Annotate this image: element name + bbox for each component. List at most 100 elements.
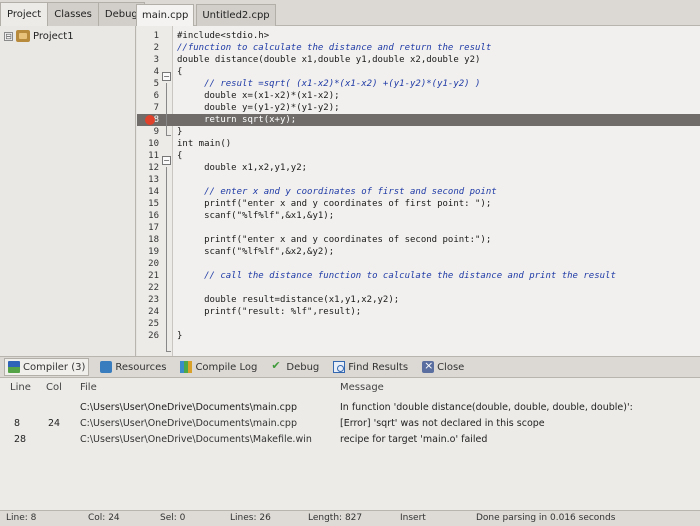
line-number: 20 — [148, 259, 159, 269]
code-line[interactable]: 1 #include<stdio.h> — [137, 30, 700, 42]
code-line[interactable]: 26} — [137, 330, 700, 342]
find-icon — [333, 361, 346, 373]
close-icon — [422, 359, 435, 373]
project-icon — [16, 30, 30, 42]
code-line[interactable]: 20 — [137, 258, 700, 270]
code-line[interactable]: 25 — [137, 318, 700, 330]
fold-end — [166, 351, 171, 352]
row-col: 24 — [48, 418, 61, 429]
code-line[interactable]: 5 // result =sqrt( (x1-x2)*(x1-x2) +(y1-… — [137, 78, 700, 90]
code-line[interactable]: 21 // call the distance function to calc… — [137, 270, 700, 282]
tab-compiler[interactable]: Compiler (3) — [4, 358, 90, 376]
line-number: 6 — [153, 91, 159, 101]
line-number: 13 — [148, 175, 159, 185]
line-number: 12 — [148, 163, 159, 173]
line-number: 15 — [148, 199, 159, 209]
code-text: scanf("%lf%lf",&x2,&y2); — [177, 247, 335, 257]
status-message: Done parsing in 0.016 seconds — [476, 513, 616, 523]
tab-debug-panel[interactable]: Debug — [268, 358, 322, 376]
code-line[interactable]: 7 double y=(y1-y2)*(y1-y2); — [137, 102, 700, 114]
line-number: 21 — [148, 271, 159, 281]
compiler-icon — [8, 361, 20, 373]
code-line[interactable]: 22 — [137, 282, 700, 294]
code-line[interactable]: 11 { — [137, 150, 700, 162]
line-number: 10 — [148, 139, 159, 149]
code-line[interactable]: 10 int main() — [137, 138, 700, 150]
code-text: // enter x and y coordinates of first an… — [177, 187, 497, 197]
project-tree-item[interactable]: ⊟ Project1 — [4, 30, 74, 42]
code-line[interactable]: 13 — [137, 174, 700, 186]
close-panel-button[interactable]: Close — [419, 358, 467, 376]
line-number: 16 — [148, 211, 159, 221]
compile-log-icon — [180, 361, 193, 373]
code-text: { — [177, 67, 183, 77]
code-text: // call the distance function to calcula… — [177, 271, 616, 281]
code-line[interactable]: 3 double distance(double x1,double y1,dou… — [137, 54, 700, 66]
tab-main-cpp[interactable]: main.cpp — [136, 4, 195, 26]
code-text: int main() — [177, 139, 232, 149]
tab-find-results-label: Find Results — [348, 361, 409, 373]
tab-debug-label: Debug — [286, 361, 320, 373]
project-name: Project1 — [33, 30, 74, 42]
tab-classes[interactable]: Classes — [47, 2, 99, 26]
code-editor[interactable]: 1 #include<stdio.h> 2 //function to calcula… — [137, 26, 700, 356]
code-text: { — [177, 151, 183, 161]
resources-icon — [100, 361, 113, 373]
header-file[interactable]: File — [80, 382, 97, 393]
top-tab-bar: Project Classes Debug main.cpp Untitled2… — [0, 0, 700, 26]
fold-end — [166, 135, 171, 136]
code-text: double distance(double x1,double y1,doub… — [177, 55, 481, 65]
line-number: 3 — [153, 55, 159, 65]
error-marker-icon[interactable] — [145, 115, 155, 125]
status-col: Col: 24 — [88, 513, 120, 523]
code-line[interactable]: 23 double result=distance(x1,y1,x2,y2); — [137, 294, 700, 306]
code-text: return sqrt(x+y); — [177, 115, 297, 125]
code-line[interactable]: 18 printf("enter x and y coordinates of … — [137, 234, 700, 246]
code-line[interactable]: 8 return sqrt(x+y); — [137, 114, 700, 126]
code-line[interactable]: 9} — [137, 126, 700, 138]
tab-project[interactable]: Project — [0, 2, 49, 26]
header-col[interactable]: Col — [46, 382, 62, 393]
code-line[interactable]: 6 double x=(x1-x2)*(x1-x2); — [137, 90, 700, 102]
tab-compile-log[interactable]: Compile Log — [177, 358, 260, 376]
status-insert-mode: Insert — [400, 513, 426, 523]
tab-resources[interactable]: Resources — [97, 358, 169, 376]
line-number: 2 — [153, 43, 159, 53]
fold-guide — [166, 83, 167, 135]
code-line[interactable]: 12 double x1,x2,y1,y2; — [137, 162, 700, 174]
code-text: double x=(x1-x2)*(x1-x2); — [177, 91, 340, 101]
row-file: C:\Users\User\OneDrive\Documents\main.cp… — [80, 402, 297, 413]
tab-untitled2-cpp[interactable]: Untitled2.cpp — [196, 4, 276, 26]
fold-toggle-icon[interactable]: − — [162, 72, 171, 81]
code-text: // result =sqrt( (x1-x2)*(x1-x2) +(y1-y2… — [177, 79, 481, 89]
collapse-icon[interactable]: ⊟ — [4, 31, 13, 41]
code-text: double y=(y1-y2)*(y1-y2); — [177, 103, 340, 113]
code-text: printf("enter x and y coordinates of sec… — [177, 235, 492, 245]
line-number: 5 — [153, 79, 159, 89]
header-message[interactable]: Message — [340, 382, 384, 393]
row-message: recipe for target 'main.o' failed — [340, 434, 488, 445]
code-text: } — [177, 127, 183, 137]
code-line[interactable]: 4{ — [137, 66, 700, 78]
line-number: 1 — [153, 31, 159, 41]
code-line[interactable]: 14 // enter x and y coordinates of first… — [137, 186, 700, 198]
code-line[interactable]: 24 printf("result: %lf",result); — [137, 306, 700, 318]
line-number: 23 — [148, 295, 159, 305]
code-line[interactable]: 19 scanf("%lf%lf",&x2,&y2); — [137, 246, 700, 258]
fold-guide — [166, 167, 167, 351]
editor-file-tabs: main.cpp Untitled2.cpp — [136, 0, 278, 26]
tab-find-results[interactable]: Find Results — [330, 358, 411, 376]
fold-toggle-icon[interactable]: − — [162, 156, 171, 165]
row-file: C:\Users\User\OneDrive\Documents\Makefil… — [80, 434, 312, 445]
code-line[interactable]: 2 //function to calculate the distance an… — [137, 42, 700, 54]
compiler-messages-table: Line Col File Message C:\Users\User\OneD… — [0, 378, 700, 510]
line-number: 7 — [153, 103, 159, 113]
code-line[interactable]: 15 printf("enter x and y coordinates of … — [137, 198, 700, 210]
code-line[interactable]: 16 scanf("%lf%lf",&x1,&y1); — [137, 210, 700, 222]
code-line[interactable]: 17 — [137, 222, 700, 234]
checkmark-icon — [271, 359, 283, 373]
line-number: 26 — [148, 331, 159, 341]
line-number: 17 — [148, 223, 159, 233]
header-line[interactable]: Line — [10, 382, 31, 393]
close-label: Close — [437, 361, 465, 373]
